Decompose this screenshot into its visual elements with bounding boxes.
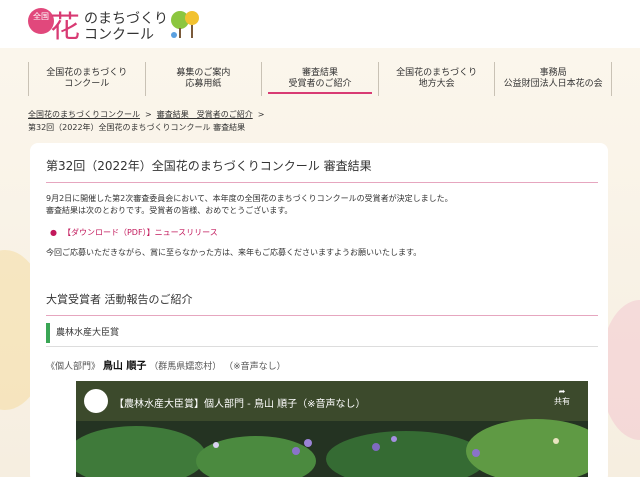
share-icon: ➦: [558, 387, 566, 396]
intro-line: 9月2日に開催した第2次審査委員会において、本年度の全国花のまちづくりコンクール…: [46, 194, 453, 203]
video-player[interactable]: 【農林水産大臣賞】個人部門 - 鳥山 順子（※音声なし） ➦ 共有: [76, 381, 588, 477]
winner-place: （群馬県嬬恋村）: [149, 362, 222, 372]
bullet-icon: ●: [50, 228, 57, 237]
nav-item-contest[interactable]: 全国花のまちづくり コンクール: [28, 62, 145, 96]
winner-name: 鳥山 順子: [102, 361, 147, 372]
intro-text: 9月2日に開催した第2次審査委員会において、本年度の全国花のまちづくりコンクール…: [46, 193, 453, 217]
nav-label: 応募用紙: [185, 79, 222, 89]
breadcrumb-current: 第32回（2022年）全国花のまちづくりコンクール 審査結果: [28, 123, 246, 132]
nav-label: 事務局: [539, 68, 567, 78]
nav-label: 全国花のまちづくり: [396, 68, 478, 78]
site-header: 全国 花 のまちづくり コンクール: [0, 0, 640, 48]
nav-label: 審査結果: [301, 68, 338, 78]
nav-label: 全国花のまちづくり: [46, 68, 128, 78]
nav-label: 公益財団法人日本花の会: [503, 79, 603, 89]
global-nav: 全国花のまちづくり コンクール 募集のご案内 応募用紙 審査結果 受賞者のご紹介…: [28, 62, 612, 96]
nav-item-application[interactable]: 募集のご案内 応募用紙: [144, 62, 262, 96]
page-title: 第32回（2022年）全国花のまちづくりコンクール 審査結果: [46, 157, 598, 183]
trees-icon: [171, 11, 199, 38]
download-pdf-link[interactable]: 【ダウンロード（PDF）】ニュースリリース: [63, 228, 218, 237]
winner-note: （※音声なし）: [224, 362, 286, 372]
notice-text: 今回ご応募いただきながら、賞に至らなかった方は、来年もご応募くださいますようお願…: [46, 248, 422, 257]
award-heading: 農林水産大臣賞: [46, 323, 598, 343]
breadcrumb-separator: >: [145, 110, 152, 119]
intro-line: 審査結果は次のとおりです。受賞者の皆様、おめでとうございます。: [46, 206, 293, 215]
share-label: 共有: [554, 397, 570, 406]
breadcrumb-section-link[interactable]: 審査結果 受賞者のご紹介: [157, 110, 253, 119]
breadcrumb-separator: >: [257, 110, 265, 119]
breadcrumb-home-link[interactable]: 全国花のまちづくりコンクール: [28, 110, 140, 119]
nav-label: コンクール: [64, 79, 110, 89]
winner-info: 《個人部門》 鳥山 順子 （群馬県嬬恋村） （※音声なし）: [46, 357, 286, 372]
nav-item-results[interactable]: 審査結果 受賞者のご紹介: [261, 62, 378, 96]
video-title[interactable]: 【農林水産大臣賞】個人部門 - 鳥山 順子（※音声なし）: [114, 395, 366, 410]
channel-avatar[interactable]: [84, 389, 108, 413]
logo-flower-char: 花: [50, 10, 80, 45]
logo-text-line2: コンクール: [84, 27, 154, 43]
nav-item-regional[interactable]: 全国花のまちづくり 地方大会: [377, 62, 495, 96]
divider: [46, 346, 598, 347]
nav-label: 受賞者のご紹介: [288, 79, 352, 89]
download-link-item: ● 【ダウンロード（PDF）】ニュースリリース: [50, 227, 218, 238]
nav-label: 募集のご案内: [176, 68, 231, 78]
nav-item-office[interactable]: 事務局 公益財団法人日本花の会: [494, 62, 612, 96]
share-button[interactable]: ➦ 共有: [548, 387, 576, 407]
nav-label: 地方大会: [418, 79, 455, 89]
winner-category: 《個人部門》: [46, 362, 101, 372]
section-title: 大賞受賞者 活動報告のご紹介: [46, 291, 598, 316]
breadcrumb: 全国花のまちづくりコンクール > 審査結果 受賞者のご紹介 > 第32回（2022年）…: [28, 108, 269, 134]
